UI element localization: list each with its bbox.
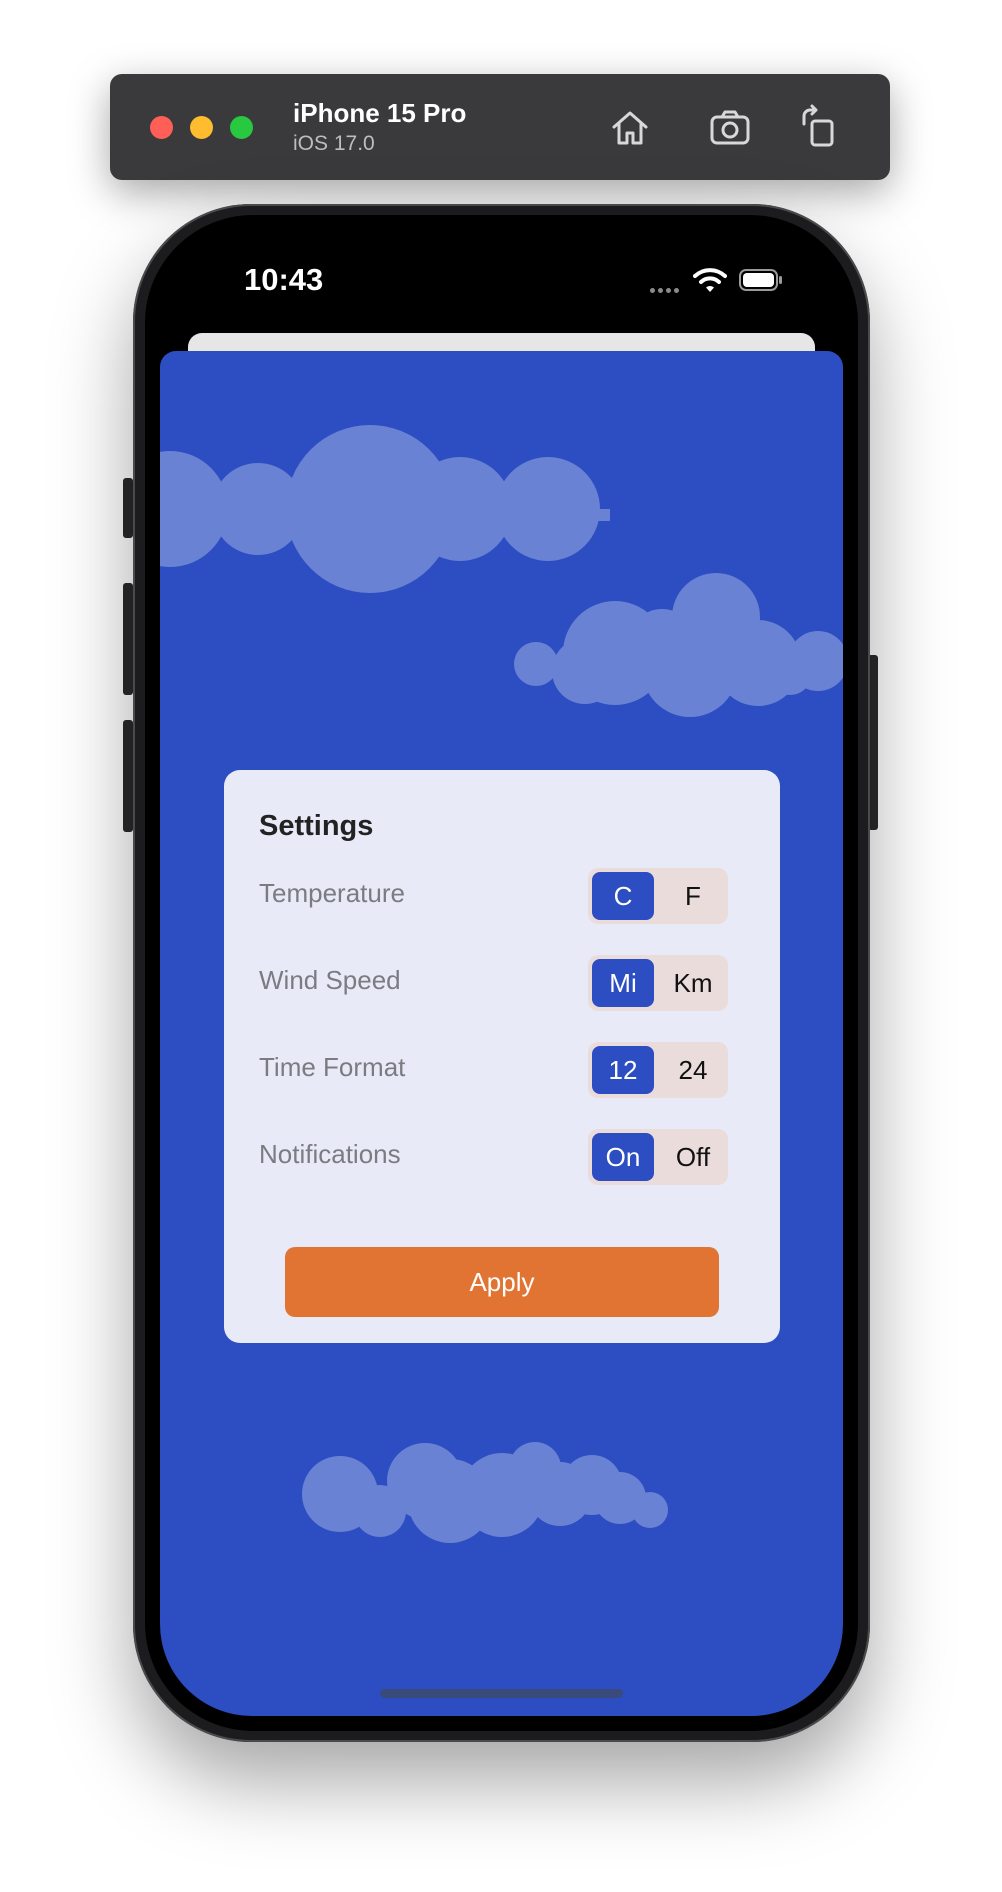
rotate-icon[interactable] [794,102,846,154]
time-format-label: Time Format [259,1052,406,1082]
wind-speed-option-km[interactable]: Km [662,959,724,1007]
volume-up-button [123,583,133,695]
wind-speed-label: Wind Speed [259,965,401,995]
wind-speed-toggle: Mi Km [588,955,728,1011]
home-icon[interactable] [604,102,656,154]
cellular-signal-icon [650,280,682,298]
temperature-option-c[interactable]: C [592,872,654,920]
status-time: 10:43 [244,262,324,297]
notifications-toggle: On Off [588,1129,728,1185]
notifications-option-on[interactable]: On [592,1133,654,1181]
cloud-top [160,425,610,593]
screenshot-icon[interactable] [704,102,756,154]
temperature-toggle: C F [588,868,728,924]
wifi-icon [693,268,727,292]
temperature-label: Temperature [259,878,405,908]
time-format-option-12[interactable]: 12 [592,1046,654,1094]
cloud-right [514,573,843,717]
zoom-window-button[interactable] [230,116,253,139]
os-version: iOS 17.0 [293,132,375,155]
home-indicator[interactable] [380,1689,623,1698]
cloud-bottom [302,1442,668,1543]
settings-card: Settings Temperature C F Wind Speed Mi K… [224,770,780,1343]
device-name: iPhone 15 Pro [293,98,467,128]
volume-down-button [123,720,133,832]
action-button [123,478,133,538]
wind-speed-option-mi[interactable]: Mi [592,959,654,1007]
temperature-option-f[interactable]: F [662,872,724,920]
simulator-toolbar: iPhone 15 Pro iOS 17.0 [110,74,890,180]
battery-icon [739,269,782,291]
apply-button[interactable]: Apply [285,1247,719,1317]
time-format-option-24[interactable]: 24 [662,1046,724,1094]
settings-title: Settings [259,810,374,842]
minimize-window-button[interactable] [190,116,213,139]
close-window-button[interactable] [150,116,173,139]
time-format-toggle: 12 24 [588,1042,728,1098]
notifications-label: Notifications [259,1139,401,1169]
notifications-option-off[interactable]: Off [662,1133,724,1181]
